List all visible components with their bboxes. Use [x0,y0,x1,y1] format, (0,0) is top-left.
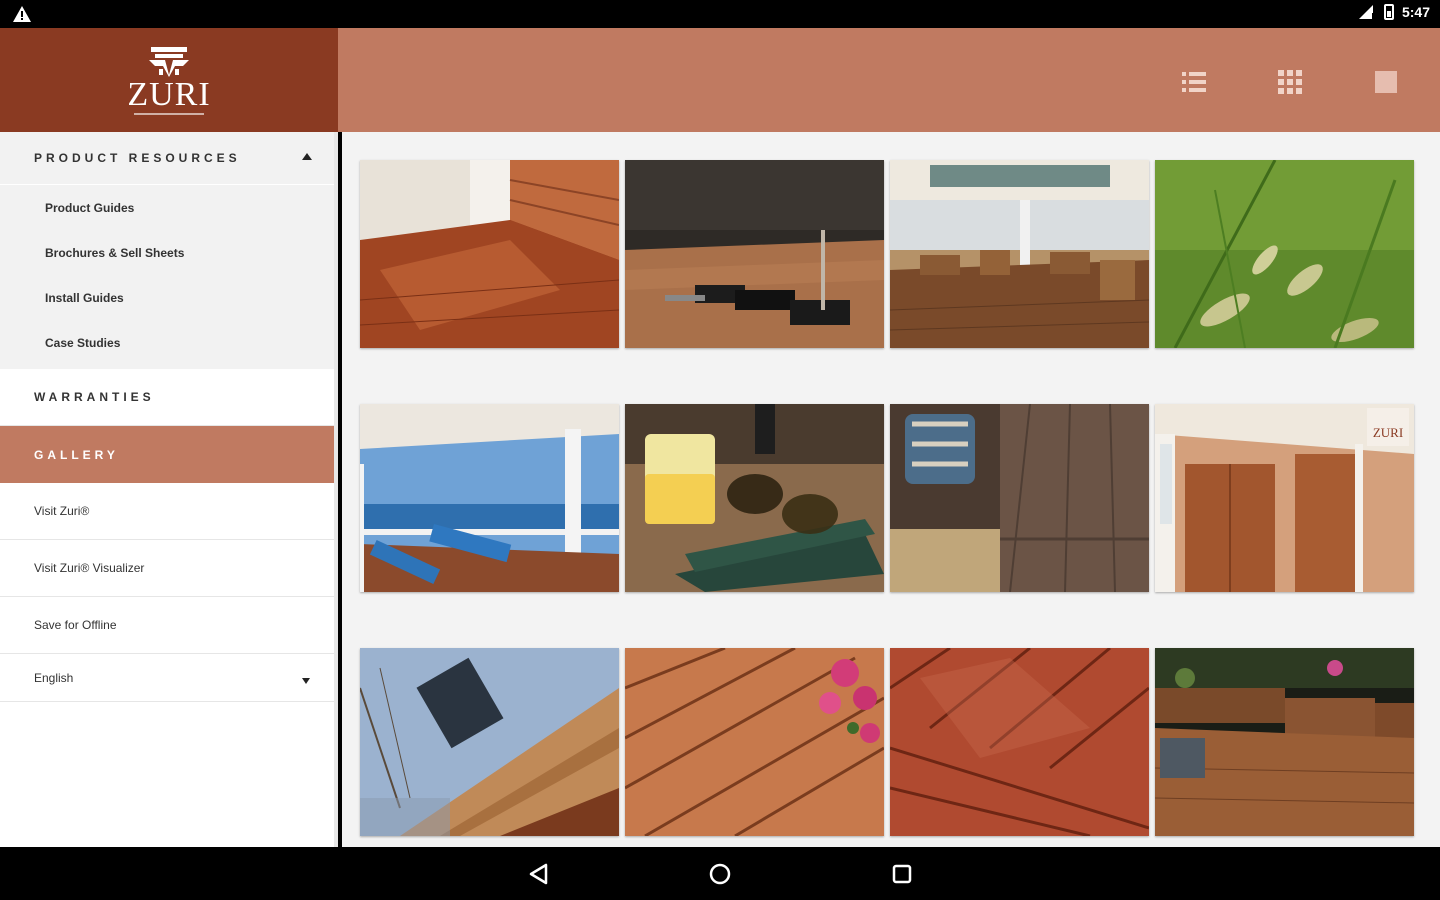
gallery-tile[interactable] [890,648,1149,836]
logo-tagline-rule [134,113,204,115]
gallery-tile[interactable] [360,404,619,592]
sidebar-item-warranties[interactable]: WARRANTIES [0,369,334,426]
gallery-tile[interactable] [1155,648,1414,836]
clock: 5:47 [1401,4,1430,20]
chevron-down-icon [302,678,310,684]
green-grass-image [1155,160,1414,348]
sidebar-item-save-offline[interactable]: Save for Offline [0,597,334,654]
gallery-tile[interactable] [360,160,619,348]
list-view-button[interactable] [1180,68,1208,96]
shingle-house-door-image: ZURI [1155,404,1414,592]
wet-red-deck-image [890,648,1149,836]
product-resources-list: Product Guides Brochures & Sell Sheets I… [0,185,334,369]
home-icon[interactable] [707,861,733,887]
gallery-tile[interactable] [360,648,619,836]
gallery-tile[interactable] [625,404,884,592]
status-icons: 5:47 [1358,4,1430,20]
grid-view-button[interactable] [1276,68,1304,96]
single-view-button[interactable] [1372,68,1400,96]
product-resources-header[interactable]: PRODUCT RESOURCES [0,132,334,184]
logo-text: ZURI [127,76,211,113]
single-view-icon [1375,71,1397,93]
signal-icon [1358,5,1375,19]
language-value: English [34,670,74,685]
gallery-tile[interactable] [890,404,1149,592]
sidebar-item-visualizer[interactable]: Visit Zuri® Visualizer [0,540,334,597]
list-view-icon [1182,72,1206,92]
product-resources-label: PRODUCT RESOURCES [34,151,241,165]
back-icon[interactable] [526,861,552,887]
backyard-deck-planters-image [1155,648,1414,836]
restaurant-dining-room-image [890,160,1149,348]
language-select[interactable]: English [0,654,334,702]
gallery-tile[interactable] [625,160,884,348]
gallery-tile[interactable] [625,648,884,836]
battery-icon [1383,4,1394,20]
zuri-logo-icon [149,47,189,77]
wicker-seat-pillow-image [890,404,1149,592]
gallery-tile[interactable] [890,160,1149,348]
sidebar-item-case-studies[interactable]: Case Studies [0,320,334,365]
system-navigation-bar [0,847,1440,900]
sidebar-item-visit-zuri[interactable]: Visit Zuri® [0,483,334,540]
lemonade-sunglasses-book-image [625,404,884,592]
sidebar-item-install-guides[interactable]: Install Guides [0,275,334,320]
grid-view-icon [1278,70,1302,94]
chevron-up-icon [302,153,312,160]
sidebar-item-brochures[interactable]: Brochures & Sell Sheets [0,230,334,275]
navigation-drawer: PRODUCT RESOURCES Product Guides Brochur… [0,132,338,847]
sidebar-item-gallery[interactable]: GALLERY [0,426,334,483]
porch-ocean-view-image [360,404,619,592]
brand-logo: ZURI [0,28,338,132]
app-toolbar [338,28,1440,132]
warning-icon [13,6,31,22]
svg-text:ZURI: ZURI [1373,425,1403,440]
interior-wood-floor-image [360,160,619,348]
gallery-grid: ZURI [342,132,1440,847]
recents-icon[interactable] [889,861,915,887]
gallery-tile[interactable] [1155,160,1414,348]
deck-fastener-tools-image [625,160,884,348]
gallery-tile[interactable]: ZURI [1155,404,1414,592]
sidebar-item-product-guides[interactable]: Product Guides [0,185,334,230]
wood-siding-trees-image [360,648,619,836]
status-bar: 5:47 [0,0,1440,28]
deck-boards-flowers-image [625,648,884,836]
